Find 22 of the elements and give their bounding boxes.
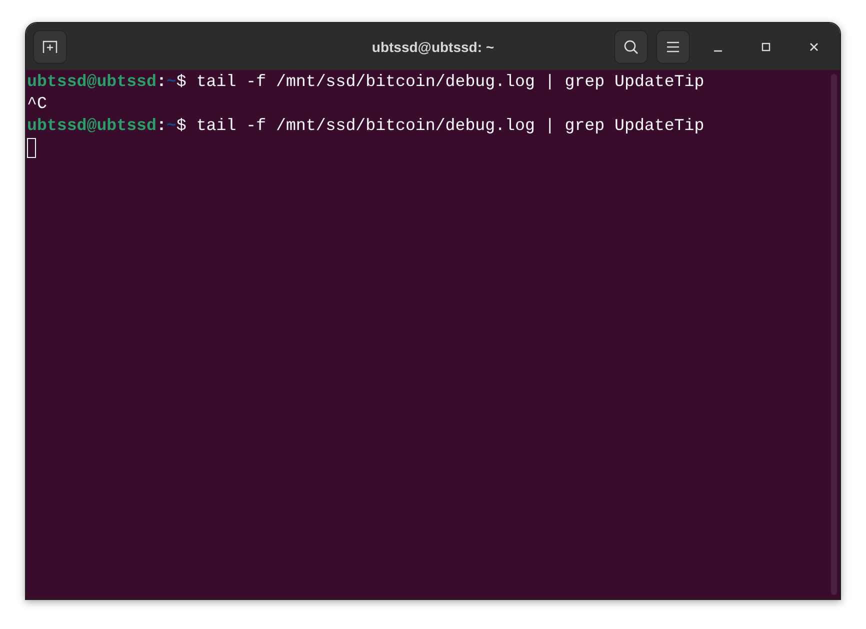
command-text: tail -f /mnt/ssd/bitcoin/debug.log | grep UpdateTip	[196, 72, 704, 91]
command-text: tail -f /mnt/ssd/bitcoin/debug.log | grep UpdateTip	[196, 116, 704, 135]
window-title: ubtssd@ubtssd: ~	[372, 38, 494, 54]
search-icon	[623, 38, 639, 54]
prompt-separator: :	[156, 116, 166, 135]
maximize-icon	[761, 42, 771, 52]
menu-icon	[666, 40, 680, 52]
prompt-symbol: $	[176, 116, 186, 135]
prompt-user: ubtssd@ubtssd	[27, 72, 156, 91]
text-cursor	[27, 138, 36, 158]
output-text: ^C	[27, 94, 47, 113]
menu-button[interactable]	[656, 30, 690, 64]
close-icon	[809, 42, 819, 52]
new-tab-button[interactable]	[33, 30, 67, 64]
prompt-user: ubtssd@ubtssd	[27, 116, 156, 135]
prompt-path: ~	[166, 72, 176, 91]
prompt-symbol: $	[176, 72, 186, 91]
prompt-separator: :	[156, 72, 166, 91]
minimize-icon	[713, 50, 723, 52]
prompt-path: ~	[166, 116, 176, 135]
search-button[interactable]	[614, 30, 648, 64]
new-tab-icon	[42, 40, 58, 54]
